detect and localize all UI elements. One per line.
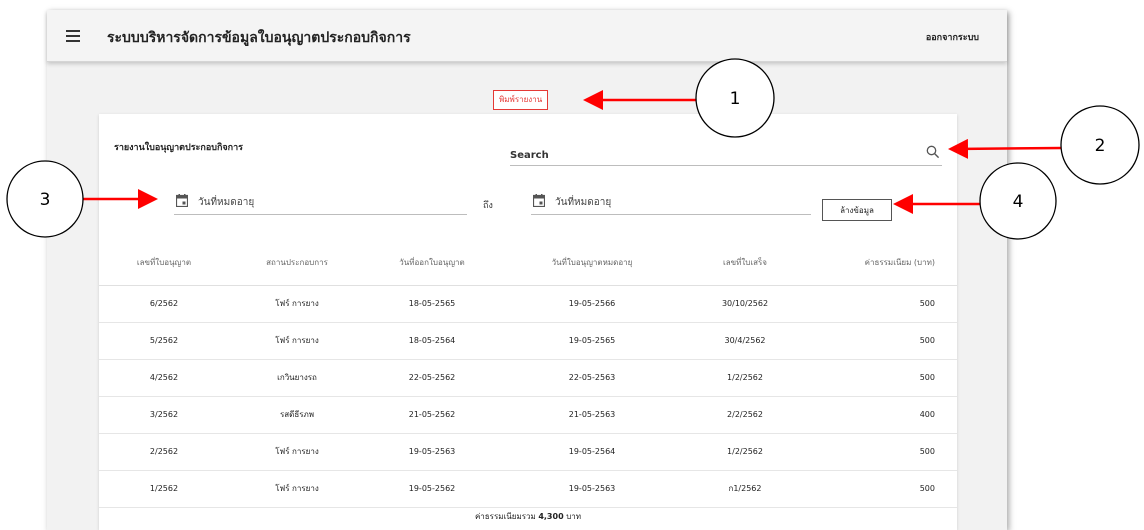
search-field (510, 144, 942, 166)
receipt-number-cell: 1/2/2562 (685, 359, 805, 397)
logout-button[interactable]: ออกจากระบบ (926, 30, 979, 44)
business-name-cell: โฟร์ การยาง (229, 470, 365, 508)
total-fee-row: ค่าธรรมเนียมรวม 4,300 บาท (99, 503, 957, 530)
business-name-cell: โฟร์ การยาง (229, 285, 365, 323)
issue-date-cell: 19-05-2562 (365, 470, 499, 508)
license-number-cell: 5/2562 (99, 322, 229, 360)
expiry-date-to-field (531, 191, 811, 215)
column-header[interactable]: เลขที่ใบอนุญาต (99, 240, 229, 286)
callout-number: 4 (1013, 192, 1024, 212)
fee-cell: 500 (805, 322, 957, 360)
license-table: เลขที่ใบอนุญาต สถานประกอบการ วันที่ออกใบ… (99, 240, 957, 508)
print-report-button[interactable]: พิมพ์รายงาน (493, 90, 549, 110)
expiry-date-cell: 22-05-2563 (499, 359, 685, 397)
expiry-date-cell: 19-05-2565 (499, 322, 685, 360)
report-title: รายงานใบอนุญาตประกอบกิจการ (114, 143, 244, 153)
issue-date-cell: 18-05-2564 (365, 322, 499, 360)
receipt-number-cell: 30/4/2562 (685, 322, 805, 360)
business-name-cell: เกวินยางรถ (229, 359, 365, 397)
expiry-date-cell: 21-05-2563 (499, 396, 685, 434)
total-fee-unit: บาท (566, 512, 582, 521)
column-header[interactable]: วันที่ออกใบอนุญาต (365, 240, 499, 286)
search-input[interactable] (510, 146, 910, 164)
business-name-cell: โฟร์ การยาง (229, 433, 365, 471)
issue-date-cell: 18-05-2565 (365, 285, 499, 323)
report-card: รายงานใบอนุญาตประกอบกิจการ ถึง (99, 114, 957, 530)
callout-number: 2 (1095, 136, 1106, 156)
clear-filters-button[interactable]: ล้างข้อมูล (822, 199, 892, 221)
expiry-date-cell: 19-05-2563 (499, 470, 685, 508)
table-row[interactable]: 6/2562 โฟร์ การยาง 18-05-2565 19-05-2566… (99, 285, 957, 323)
receipt-number-cell: 2/2/2562 (685, 396, 805, 434)
fee-cell: 500 (805, 470, 957, 508)
expiry-date-cell: 19-05-2566 (499, 285, 685, 323)
column-header[interactable]: ค่าธรรมเนียม (บาท) (805, 240, 957, 286)
issue-date-cell: 21-05-2562 (365, 396, 499, 434)
top-app-bar: ระบบบริหารจัดการข้อมูลใบอนุญาตประกอบกิจก… (47, 10, 1007, 62)
receipt-number-cell: 1/2/2562 (685, 433, 805, 471)
table-row[interactable]: 4/2562 เกวินยางรถ 22-05-2562 22-05-2563 … (99, 359, 957, 397)
date-range-to-label: ถึง (483, 201, 493, 211)
issue-date-cell: 22-05-2562 (365, 359, 499, 397)
column-header[interactable]: เลขที่ใบเสร็จ (685, 240, 805, 286)
table-row[interactable]: 5/2562 โฟร์ การยาง 18-05-2564 19-05-2565… (99, 322, 957, 360)
issue-date-cell: 19-05-2563 (365, 433, 499, 471)
hamburger-menu-icon[interactable] (66, 30, 80, 42)
fee-cell: 500 (805, 433, 957, 471)
table-header-row: เลขที่ใบอนุญาต สถานประกอบการ วันที่ออกใบ… (99, 240, 957, 286)
expiry-date-to-input[interactable] (555, 193, 795, 211)
app-title: ระบบบริหารจัดการข้อมูลใบอนุญาตประกอบกิจก… (107, 30, 411, 46)
search-icon[interactable] (926, 145, 940, 159)
fee-cell: 500 (805, 285, 957, 323)
app-window: ระบบบริหารจัดการข้อมูลใบอนุญาตประกอบกิจก… (47, 10, 1007, 530)
business-name-cell: รสดีธีรภพ (229, 396, 365, 434)
table-row[interactable]: 3/2562 รสดีธีรภพ 21-05-2562 21-05-2563 2… (99, 396, 957, 434)
fee-cell: 400 (805, 396, 957, 434)
total-fee-value: 4,300 (538, 512, 564, 521)
table-row[interactable]: 1/2562 โฟร์ การยาง 19-05-2562 19-05-2563… (99, 470, 957, 508)
business-name-cell: โฟร์ การยาง (229, 322, 365, 360)
calendar-icon[interactable] (176, 194, 188, 207)
license-number-cell: 2/2562 (99, 433, 229, 471)
expiry-date-from-input[interactable] (198, 193, 438, 211)
receipt-number-cell: ก1/2562 (685, 470, 805, 508)
receipt-number-cell: 30/10/2562 (685, 285, 805, 323)
column-header[interactable]: สถานประกอบการ (229, 240, 365, 286)
expiry-date-cell: 19-05-2564 (499, 433, 685, 471)
expiry-date-from-field (174, 191, 467, 215)
fee-cell: 500 (805, 359, 957, 397)
license-number-cell: 4/2562 (99, 359, 229, 397)
column-header[interactable]: วันที่ใบอนุญาตหมดอายุ (499, 240, 685, 286)
calendar-icon[interactable] (533, 194, 545, 207)
license-number-cell: 1/2562 (99, 470, 229, 508)
table-row[interactable]: 2/2562 โฟร์ การยาง 19-05-2563 19-05-2564… (99, 433, 957, 471)
total-fee-label: ค่าธรรมเนียมรวม (474, 512, 536, 521)
license-number-cell: 6/2562 (99, 285, 229, 323)
license-number-cell: 3/2562 (99, 396, 229, 434)
